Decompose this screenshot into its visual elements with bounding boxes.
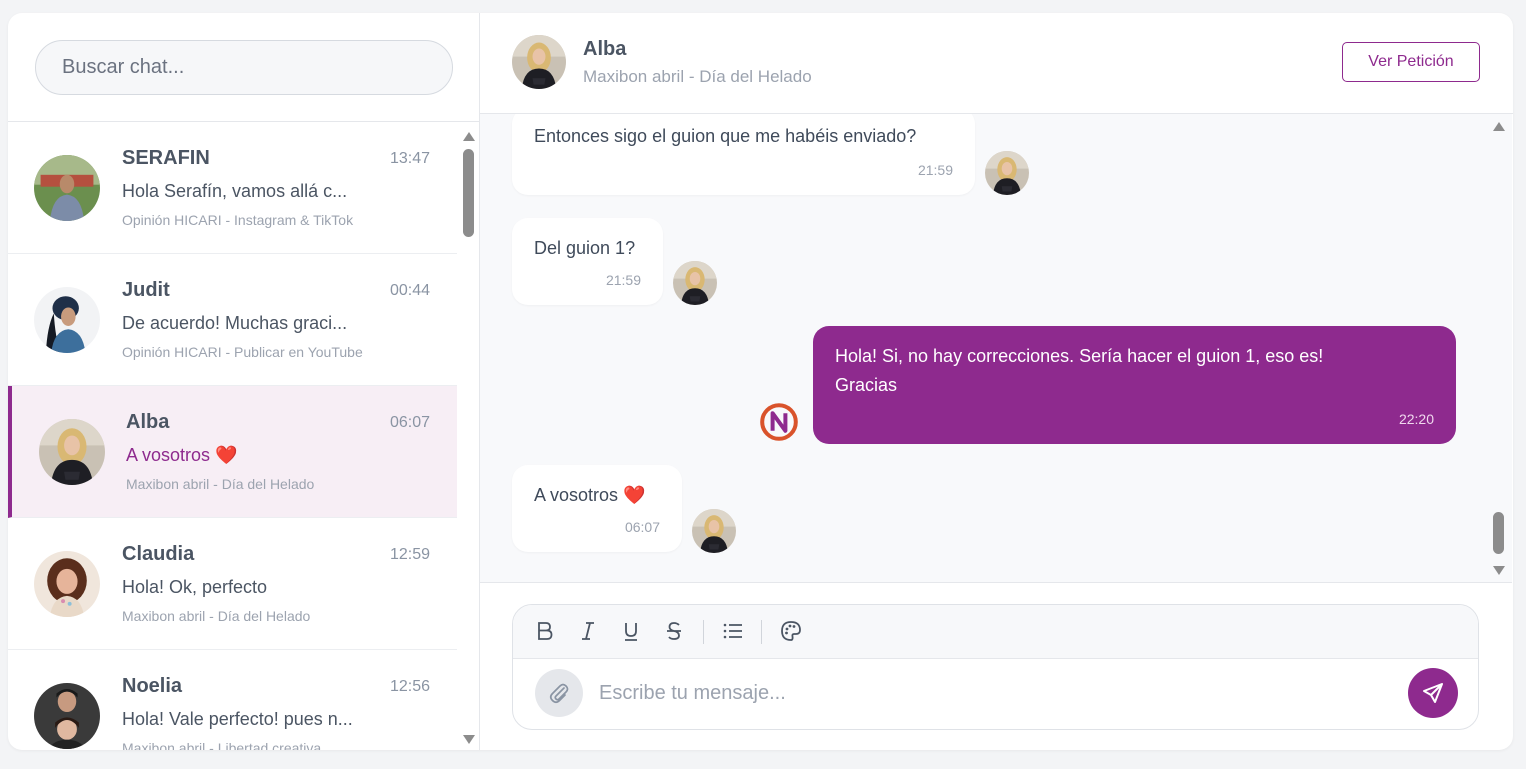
message-bubble-incoming: Del guion 1? 21:59	[512, 218, 663, 305]
chat-list: SERAFIN 13:47 Hola Serafín, vamos allá c…	[8, 122, 479, 750]
chat-time: 12:56	[389, 678, 430, 695]
chat-list-scrollbar[interactable]	[460, 122, 476, 750]
message-bubble-outgoing: Hola! Si, no hay correcciones. Sería hac…	[813, 326, 1456, 444]
message-text-line: Hola! Si, no hay correcciones. Sería hac…	[835, 346, 1324, 366]
message-text-line: Gracias	[835, 375, 898, 395]
message-text: A vosotros ❤️	[534, 485, 646, 505]
chat-header: Alba Maxibon abril - Día del Helado Ver …	[480, 13, 1513, 114]
message-time: 21:59	[917, 162, 953, 178]
toolbar-divider	[761, 620, 762, 644]
message-scrollbar[interactable]	[1490, 114, 1508, 582]
ver-peticion-button[interactable]: Ver Petición	[1342, 42, 1480, 82]
chat-item-claudia[interactable]: Claudia 12:59 Hola! Ok, perfecto Maxibon…	[8, 518, 457, 650]
chat-item-alba[interactable]: Alba 06:07 A vosotros ❤️ Maxibon abril -…	[8, 386, 457, 518]
judit-avatar	[34, 287, 100, 353]
chat-time: 13:47	[389, 150, 430, 167]
chat-app: SERAFIN 13:47 Hola Serafín, vamos allá c…	[8, 13, 1513, 750]
claudia-avatar	[34, 551, 100, 617]
chat-name: SERAFIN	[122, 147, 210, 169]
message-thread: Entonces sigo el guion que me habéis env…	[480, 114, 1512, 583]
chat-sidebar: SERAFIN 13:47 Hola Serafín, vamos allá c…	[8, 13, 480, 750]
send-button[interactable]	[1408, 668, 1458, 718]
toolbar-divider	[703, 620, 704, 644]
chat-campaign: Opinión HICARI - Instagram & TikTok	[122, 212, 354, 228]
message-time: 06:07	[624, 519, 660, 535]
palette-icon[interactable]	[776, 616, 806, 646]
chat-pane: Alba Maxibon abril - Día del Helado Ver …	[480, 13, 1513, 750]
chat-campaign: Maxibon abril - Día del Helado	[122, 608, 311, 624]
noelia-avatar	[34, 683, 100, 749]
scroll-down-arrow-icon[interactable]	[1493, 566, 1505, 575]
chat-campaign: Maxibon abril - Día del Helado	[126, 476, 315, 492]
format-toolbar	[513, 605, 1478, 659]
contact-name: Alba	[583, 38, 627, 60]
paperclip-icon	[549, 683, 569, 704]
chat-name: Noelia	[122, 675, 183, 697]
chat-name: Claudia	[122, 543, 195, 565]
sender-avatar	[673, 261, 717, 305]
brand-logo-icon	[760, 403, 798, 441]
contact-avatar	[512, 35, 566, 89]
chat-item-noelia[interactable]: Noelia 12:56 Hola! Vale perfecto! pues n…	[8, 650, 457, 750]
message-text: Entonces sigo el guion que me habéis env…	[534, 126, 917, 146]
message-time: 22:20	[1398, 411, 1434, 427]
scroll-down-arrow-icon[interactable]	[463, 735, 475, 744]
attach-button[interactable]	[535, 669, 583, 717]
message-time: 21:59	[605, 272, 641, 288]
underline-icon[interactable]	[616, 616, 646, 646]
italic-icon[interactable]	[573, 616, 603, 646]
search-input[interactable]	[35, 40, 453, 95]
serafin-avatar	[34, 155, 100, 221]
alba-avatar	[39, 419, 105, 485]
chat-time: 00:44	[389, 282, 430, 299]
chat-campaign: Maxibon abril - Libertad creativa	[122, 740, 322, 750]
strikethrough-icon[interactable]	[659, 616, 689, 646]
chat-item-judit[interactable]: Judit 00:44 De acuerdo! Muchas graci... …	[8, 254, 457, 386]
scrollbar-thumb[interactable]	[1493, 512, 1504, 554]
message-composer	[512, 604, 1479, 730]
chat-preview: De acuerdo! Muchas graci...	[122, 313, 348, 333]
contact-campaign: Maxibon abril - Día del Helado	[583, 67, 812, 86]
send-icon	[1423, 683, 1443, 703]
chat-preview: Hola Serafín, vamos allá c...	[122, 181, 348, 201]
bold-icon[interactable]	[530, 616, 560, 646]
sender-avatar	[692, 509, 736, 553]
chat-campaign: Opinión HICARI - Publicar en YouTube	[122, 344, 363, 360]
scroll-up-arrow-icon[interactable]	[463, 132, 475, 141]
chat-preview: Hola! Vale perfecto! pues n...	[122, 709, 353, 729]
chat-preview: A vosotros ❤️	[126, 445, 238, 465]
chat-preview: Hola! Ok, perfecto	[122, 577, 268, 597]
chat-item-serafin[interactable]: SERAFIN 13:47 Hola Serafín, vamos allá c…	[8, 122, 457, 254]
chat-name: Judit	[122, 279, 170, 301]
scrollbar-thumb[interactable]	[463, 149, 474, 237]
message-bubble-incoming: Entonces sigo el guion que me habéis env…	[512, 114, 975, 195]
sender-avatar	[985, 151, 1029, 195]
scroll-up-arrow-icon[interactable]	[1493, 122, 1505, 131]
search-area	[8, 13, 479, 122]
list-icon[interactable]	[718, 616, 748, 646]
chat-time: 06:07	[389, 414, 430, 431]
message-bubble-incoming: A vosotros ❤️ 06:07	[512, 465, 682, 552]
message-text: Del guion 1?	[534, 238, 636, 258]
message-input[interactable]	[599, 671, 1379, 715]
chat-time: 12:59	[389, 546, 430, 563]
chat-name: Alba	[126, 411, 170, 433]
